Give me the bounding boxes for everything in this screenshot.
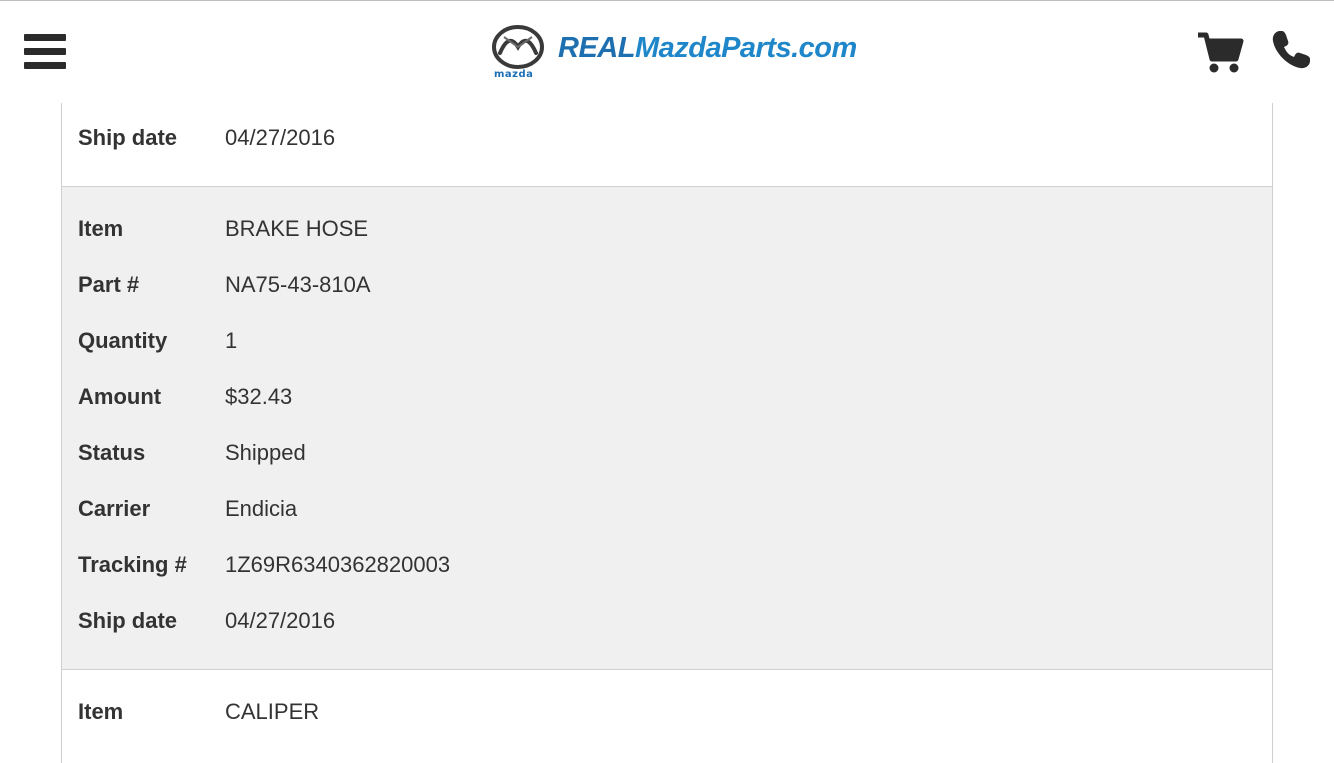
detail-row-tracking-number: Tracking # 1Z69R6340362820003 bbox=[62, 544, 1272, 584]
site-name-prefix: REAL bbox=[558, 32, 635, 64]
site-name-rest: MazdaParts.com bbox=[634, 32, 857, 64]
detail-label: Status bbox=[78, 440, 146, 465]
order-item-brake-hose: Item BRAKE HOSE Part # NA75-43-810A Quan… bbox=[62, 186, 1272, 670]
detail-row-ship-date: Ship date 04/27/2016 bbox=[62, 600, 1272, 640]
mazda-wordmark: mazda bbox=[494, 69, 534, 80]
order-item-previous: Ship date 04/27/2016 bbox=[62, 103, 1272, 187]
detail-label: Tracking # bbox=[78, 552, 187, 577]
detail-value: Endicia bbox=[225, 496, 298, 521]
detail-label: Amount bbox=[78, 384, 162, 409]
order-item-caliper: Item CALIPER bbox=[62, 670, 1272, 763]
detail-label: Part # bbox=[78, 272, 140, 297]
detail-label: Quantity bbox=[78, 328, 168, 353]
site-logo[interactable]: mazda REALMazdaParts.com bbox=[490, 23, 857, 83]
detail-value: BRAKE HOSE bbox=[225, 216, 369, 241]
site-name: REALMazdaParts.com bbox=[558, 32, 857, 65]
detail-value: 1 bbox=[225, 328, 238, 353]
detail-value: NA75-43-810A bbox=[225, 272, 371, 297]
detail-row-carrier: Carrier Endicia bbox=[62, 488, 1272, 528]
detail-value: 04/27/2016 bbox=[225, 608, 336, 633]
detail-label: Item bbox=[78, 216, 124, 241]
site-header: mazda REALMazdaParts.com bbox=[0, 0, 1334, 103]
phone-icon[interactable] bbox=[1270, 29, 1312, 71]
detail-value: $32.43 bbox=[225, 384, 293, 409]
detail-row-item: Item CALIPER bbox=[62, 691, 1272, 731]
order-items-panel: Ship date 04/27/2016 Item BRAKE HOSE Par… bbox=[61, 103, 1273, 763]
shopping-cart-icon[interactable] bbox=[1196, 31, 1244, 75]
tracking-number-value[interactable]: 1Z69R6340362820003 bbox=[225, 552, 450, 578]
detail-label: Carrier bbox=[78, 496, 151, 521]
detail-row-quantity: Quantity 1 bbox=[62, 320, 1272, 360]
detail-value: Shipped bbox=[225, 440, 306, 465]
detail-value: 04/27/2016 bbox=[225, 125, 336, 150]
detail-value: CALIPER bbox=[225, 699, 320, 724]
detail-label: Ship date bbox=[78, 608, 178, 633]
detail-row-ship-date: Ship date 04/27/2016 bbox=[62, 117, 1272, 157]
detail-row-part-number: Part # NA75-43-810A bbox=[62, 264, 1272, 304]
detail-label: Item bbox=[78, 699, 124, 724]
hamburger-menu-icon[interactable] bbox=[24, 34, 66, 70]
detail-row-status: Status Shipped bbox=[62, 432, 1272, 472]
detail-row-item: Item BRAKE HOSE bbox=[62, 208, 1272, 248]
detail-label: Ship date bbox=[78, 125, 178, 150]
detail-row-amount: Amount $32.43 bbox=[62, 376, 1272, 416]
